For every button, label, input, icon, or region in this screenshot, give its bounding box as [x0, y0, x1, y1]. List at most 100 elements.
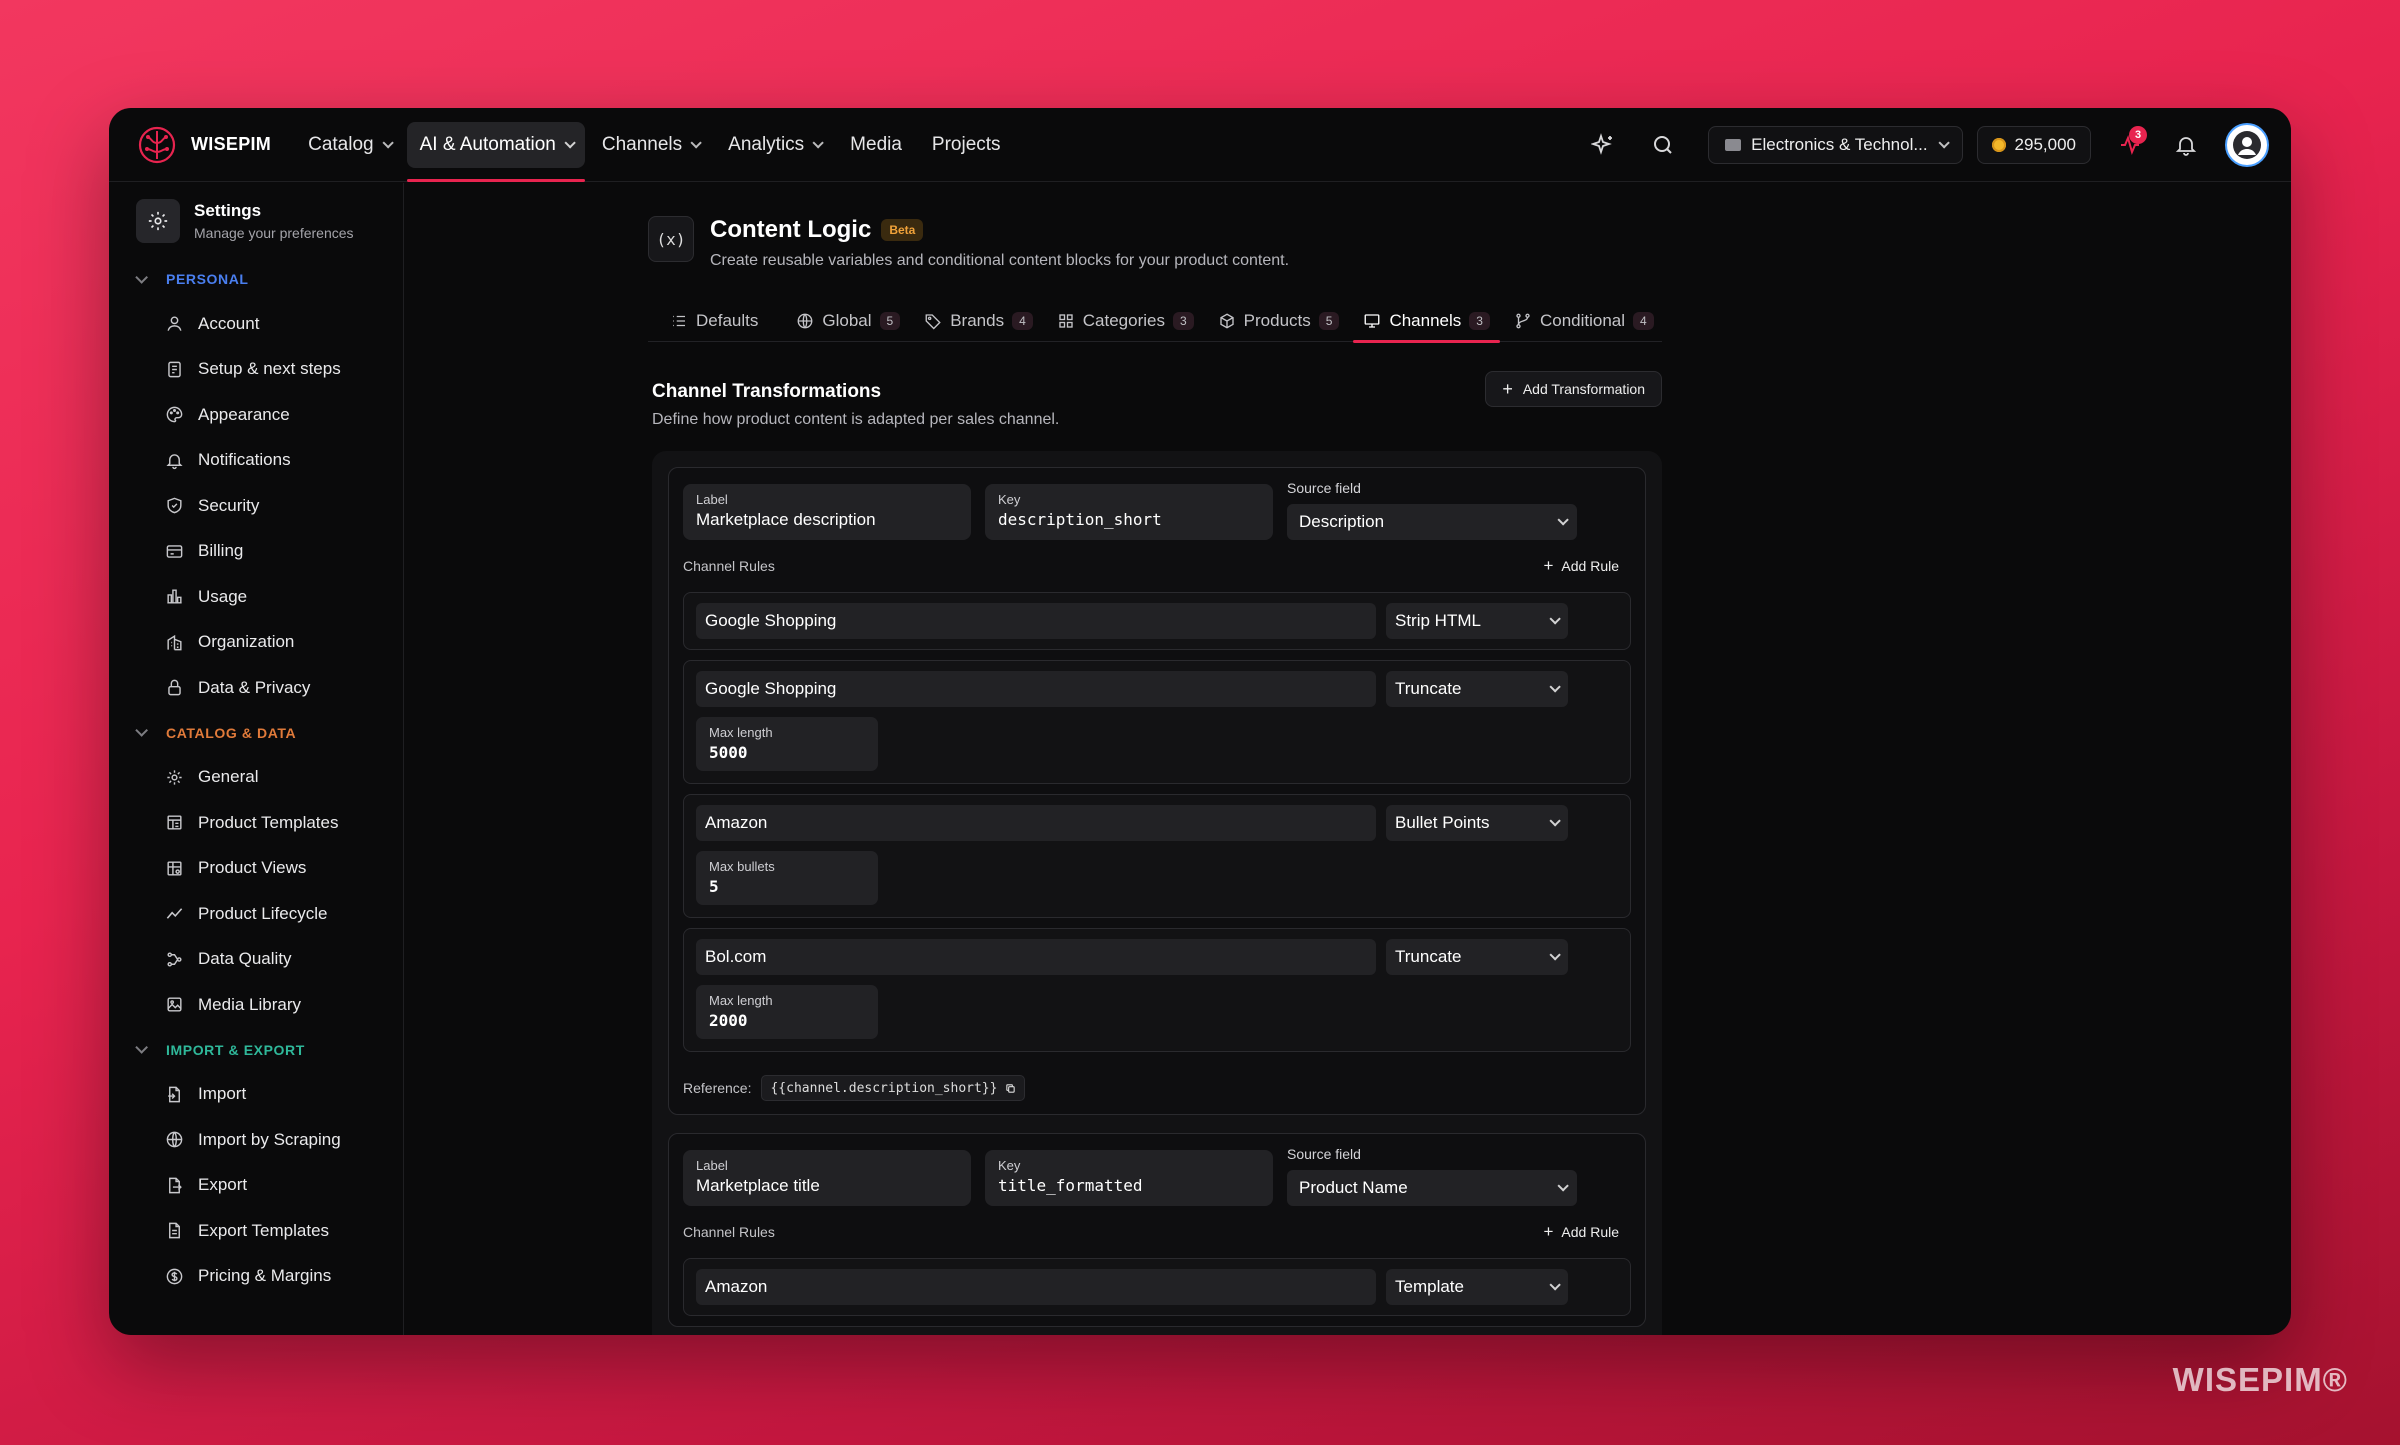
- transformation-card: Label Marketplace title Key title_format…: [668, 1133, 1646, 1327]
- store-selector[interactable]: Electronics & Technol...: [1708, 126, 1963, 164]
- rule-type-select[interactable]: Strip HTML: [1386, 603, 1568, 639]
- section-import-export[interactable]: IMPORT & EXPORT: [109, 1028, 403, 1072]
- rule-type-select[interactable]: Bullet Points: [1386, 805, 1568, 841]
- tab-label: Channels: [1389, 310, 1462, 330]
- building-icon: [167, 634, 182, 651]
- section-label: IMPORT & EXPORT: [166, 1041, 305, 1058]
- rule-channel-input[interactable]: Bol.com: [696, 939, 1376, 975]
- chevron-down-icon: [382, 136, 394, 149]
- nav-ai-automation[interactable]: AI & Automation: [406, 121, 586, 182]
- transformations-list: Label Marketplace description Key descri…: [652, 451, 1662, 1335]
- sidebar-item-security[interactable]: Security: [109, 483, 403, 529]
- add-rule-button[interactable]: + Add Rule: [1543, 556, 1619, 576]
- param-caption: Max length: [709, 725, 773, 740]
- tab-global[interactable]: Global 5: [784, 300, 912, 342]
- nav-projects[interactable]: Projects: [919, 122, 1014, 168]
- activity-button[interactable]: 3: [2107, 122, 2153, 168]
- rule-param-field[interactable]: Max length 5000: [696, 717, 878, 771]
- tab-brands[interactable]: Brands 4: [912, 300, 1045, 342]
- rule-type-select[interactable]: Truncate: [1386, 939, 1568, 975]
- key-field[interactable]: Key description_short: [985, 484, 1273, 540]
- param-value: 5: [709, 877, 719, 896]
- monitor-icon: [1365, 313, 1380, 328]
- sidebar-item-notifications[interactable]: Notifications: [109, 438, 403, 484]
- source-field-select[interactable]: Product Name: [1287, 1170, 1577, 1206]
- sidebar-item-label: Data Quality: [198, 949, 292, 969]
- sidebar-item-account[interactable]: Account: [109, 301, 403, 347]
- section-catalog-data[interactable]: CATALOG & DATA: [109, 711, 403, 755]
- field-caption: Source field: [1287, 480, 1361, 496]
- transformations-header: Channel Transformations Define how produ…: [652, 371, 1662, 429]
- add-transformation-button[interactable]: + Add Transformation: [1485, 371, 1662, 407]
- tab-label: Conditional: [1539, 310, 1626, 330]
- file-import-icon: [168, 1086, 180, 1103]
- tab-products[interactable]: Products 5: [1206, 300, 1352, 342]
- sidebar-item-general[interactable]: General: [109, 755, 403, 801]
- sidebar-item-export[interactable]: Export: [109, 1163, 403, 1209]
- section-personal[interactable]: PERSONAL: [109, 257, 403, 301]
- sidebar-item-pricing-margins[interactable]: Pricing & Margins: [109, 1254, 403, 1300]
- sidebar-item-product-lifecycle[interactable]: Product Lifecycle: [109, 891, 403, 937]
- tab-channels[interactable]: Channels 3: [1351, 300, 1502, 343]
- tab-defaults[interactable]: Defaults: [648, 300, 770, 342]
- chevron-down-icon: [1557, 514, 1569, 526]
- credits-balance[interactable]: 295,000: [1976, 126, 2091, 164]
- nav-channels[interactable]: Channels: [589, 122, 711, 168]
- sidebar-item-data-quality[interactable]: Data Quality: [109, 937, 403, 983]
- sidebar-item-import[interactable]: Import: [109, 1072, 403, 1118]
- source-field: Source field Product Name: [1287, 1146, 1577, 1206]
- sidebar-item-product-templates[interactable]: Product Templates: [109, 800, 403, 846]
- sidebar-item-label: Notifications: [198, 450, 291, 470]
- sidebar-item-billing[interactable]: Billing: [109, 529, 403, 575]
- sidebar-item-export-templates[interactable]: Export Templates: [109, 1208, 403, 1254]
- chevron-down-icon: [1549, 815, 1561, 827]
- sidebar-item-label: Product Templates: [198, 812, 339, 832]
- sidebar-item-data-privacy[interactable]: Data & Privacy: [109, 665, 403, 711]
- nav-media[interactable]: Media: [837, 122, 915, 168]
- search-button[interactable]: [1640, 122, 1686, 168]
- rule-channel-input[interactable]: Amazon: [696, 1269, 1376, 1305]
- tab-categories[interactable]: Categories 3: [1045, 300, 1206, 342]
- sidebar-item-setup[interactable]: Setup & next steps: [109, 347, 403, 393]
- rule-type-select[interactable]: Template: [1386, 1269, 1568, 1305]
- sidebar-item-label: Pricing & Margins: [198, 1266, 332, 1286]
- chevron-down-icon: [135, 270, 148, 284]
- sidebar-item-usage[interactable]: Usage: [109, 574, 403, 620]
- tab-label: Products: [1243, 310, 1311, 330]
- channel-rule: Amazon Template: [683, 1258, 1631, 1316]
- plus-icon: +: [1543, 556, 1554, 575]
- label-field[interactable]: Label Marketplace description: [683, 484, 971, 540]
- select-value: Description: [1299, 512, 1385, 531]
- sidebar-item-organization[interactable]: Organization: [109, 620, 403, 666]
- rule-type-select[interactable]: Truncate: [1386, 671, 1568, 707]
- tab-conditional[interactable]: Conditional 4: [1502, 300, 1666, 342]
- user-avatar[interactable]: [2225, 123, 2269, 167]
- page-header: (x) Content Logic Beta Create reusable v…: [648, 216, 1289, 270]
- sidebar-item-product-views[interactable]: Product Views: [109, 846, 403, 892]
- reference-code[interactable]: {{channel.description_short}}: [761, 1075, 1026, 1101]
- rule-channel-input[interactable]: Google Shopping: [696, 603, 1376, 639]
- field-caption: Label: [696, 492, 728, 507]
- notifications-button[interactable]: [2163, 122, 2209, 168]
- rule-channel-input[interactable]: Amazon: [696, 805, 1376, 841]
- sidebar-item-import-scraping[interactable]: Import by Scraping: [109, 1117, 403, 1163]
- sparkles-button[interactable]: [1580, 122, 1626, 168]
- rule-param-field[interactable]: Max length 2000: [696, 985, 878, 1039]
- rule-channel-input[interactable]: Google Shopping: [696, 671, 1376, 707]
- sidebar-item-media-library[interactable]: Media Library: [109, 982, 403, 1028]
- source-field-select[interactable]: Description: [1287, 504, 1577, 540]
- main-content: (x) Content Logic Beta Create reusable v…: [405, 183, 2291, 1335]
- label-field[interactable]: Label Marketplace title: [683, 1150, 971, 1206]
- sidebar-item-appearance[interactable]: Appearance: [109, 392, 403, 438]
- sidebar-item-label: Appearance: [198, 404, 290, 424]
- search-icon: [1654, 136, 1672, 154]
- sidebar-item-label: Data & Privacy: [198, 677, 311, 697]
- add-rule-button[interactable]: + Add Rule: [1543, 1222, 1619, 1242]
- brand[interactable]: WISEPIM: [137, 125, 271, 165]
- rule-param-field[interactable]: Max bullets 5: [696, 851, 878, 905]
- key-field[interactable]: Key title_formatted: [985, 1150, 1273, 1206]
- nav-analytics[interactable]: Analytics: [715, 122, 833, 168]
- chevron-down-icon: [1549, 613, 1561, 625]
- shield-icon: [167, 497, 182, 514]
- nav-catalog[interactable]: Catalog: [295, 122, 403, 168]
